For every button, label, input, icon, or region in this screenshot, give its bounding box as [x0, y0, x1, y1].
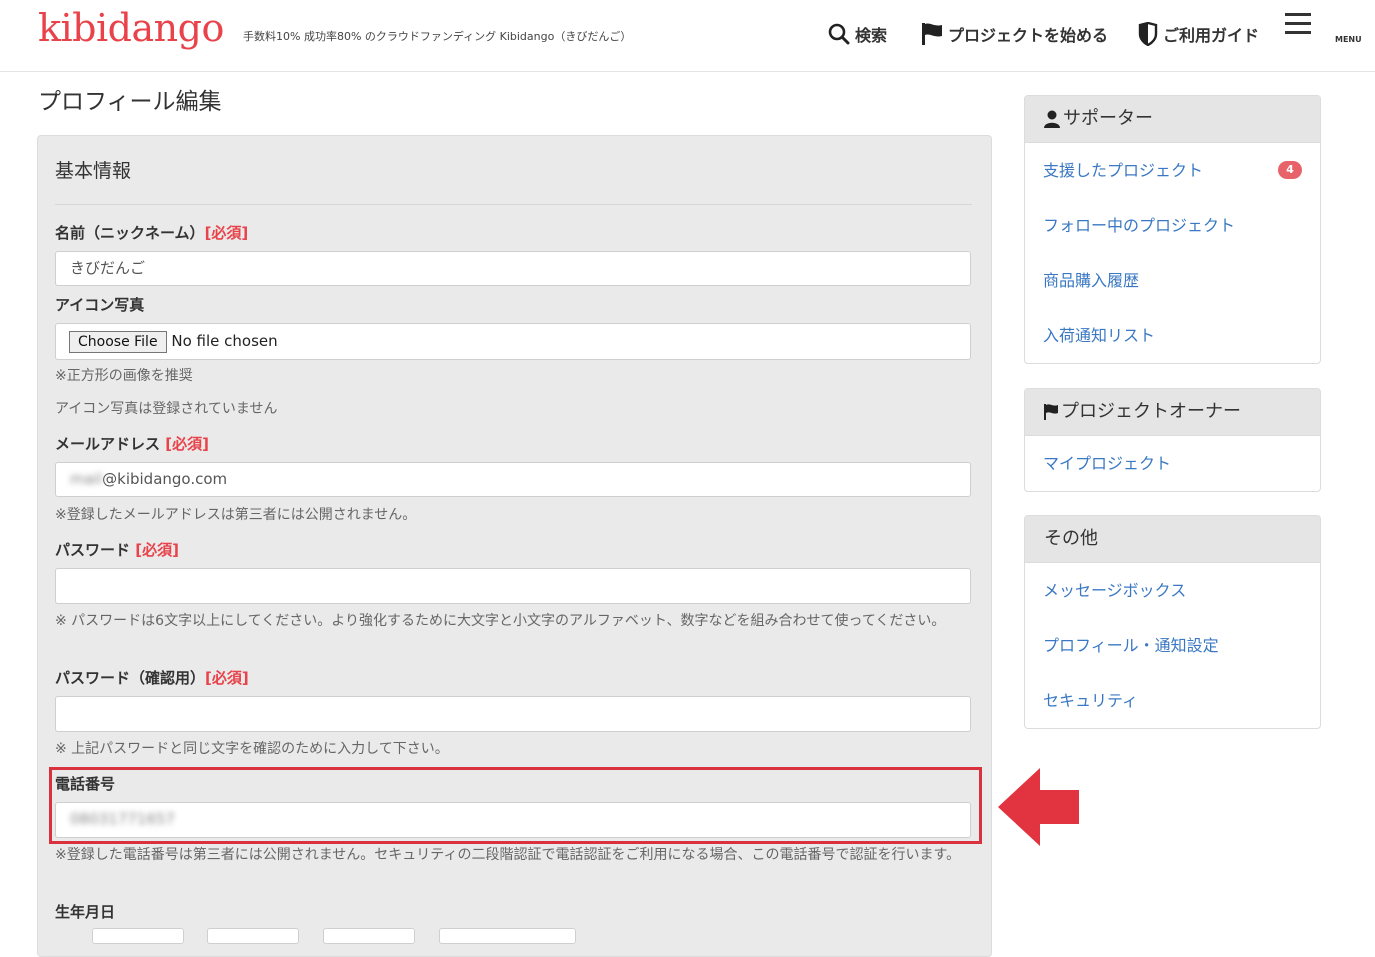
section-divider	[55, 204, 972, 205]
arrow-left-icon	[998, 768, 1079, 846]
password-input[interactable]	[55, 568, 971, 604]
page-title: プロフィール編集	[38, 89, 222, 115]
nav-guide-label: ご利用ガイド	[1163, 26, 1260, 45]
password-label: パスワード [必須]	[55, 541, 179, 559]
sidebar-item-messages[interactable]: メッセージボックス	[1025, 563, 1320, 618]
sidebar-supporter-card: サポーター 支援したプロジェクト 4 フォロー中のプロジェクト 商品購入履歴 入…	[1024, 95, 1321, 364]
password-confirm-label: パスワード（確認用）[必須]	[55, 669, 249, 687]
password-confirm-help-text: ※ 上記パスワードと同じ文字を確認のために入力して下さい。	[55, 741, 449, 757]
birthday-month-select[interactable]	[207, 928, 299, 944]
sidebar-item-purchase-history[interactable]: 商品購入履歴	[1025, 253, 1320, 308]
backed-count-badge: 4	[1278, 161, 1302, 179]
highlight-box	[49, 767, 982, 844]
email-local-part: mail	[70, 470, 103, 488]
icon-file-input[interactable]: Choose File No file chosen	[55, 323, 971, 360]
site-header: kibidango 手数料10% 成功率80% のクラウドファンディング Kib…	[0, 0, 1375, 72]
birthday-label: 生年月日	[55, 903, 116, 921]
name-input[interactable]: きびだんご	[55, 251, 971, 286]
sidebar-item-security[interactable]: セキュリティ	[1025, 673, 1320, 728]
icon-photo-label: アイコン写真	[55, 296, 145, 314]
user-icon	[1044, 110, 1060, 128]
sidebar-owner-card: プロジェクトオーナー マイプロジェクト	[1024, 388, 1321, 492]
icon-status-text: アイコン写真は登録されていません	[55, 401, 278, 417]
password-help-text: ※ パスワードは6文字以上にしてください。より強化するために大文字と小文字のアル…	[55, 613, 946, 629]
phone-help-text: ※登録した電話番号は第三者には公開されません。セキュリティの二段階認証で電話認証…	[55, 847, 961, 863]
section-title-basic-info: 基本情報	[55, 160, 132, 182]
password-confirm-input[interactable]	[55, 696, 971, 732]
sidebar-item-following-projects[interactable]: フォロー中のプロジェクト	[1025, 198, 1320, 253]
required-tag: [必須]	[204, 224, 249, 242]
shield-icon	[1138, 22, 1158, 46]
nav-guide-button[interactable]: ご利用ガイド	[1138, 22, 1259, 46]
name-label: 名前（ニックネーム）[必須]	[55, 224, 249, 242]
sidebar-other-card: その他 メッセージボックス プロフィール・通知設定 セキュリティ	[1024, 515, 1321, 729]
sidebar-item-my-projects[interactable]: マイプロジェクト	[1025, 436, 1320, 491]
search-icon	[828, 23, 850, 45]
sidebar-owner-header: プロジェクトオーナー	[1025, 389, 1320, 436]
birthday-day-select[interactable]	[323, 928, 415, 944]
flag-icon	[922, 23, 942, 45]
email-help-text: ※登録したメールアドレスは第三者には公開されません。	[55, 507, 417, 523]
sidebar-other-header: その他	[1025, 516, 1320, 563]
email-label: メールアドレス [必須]	[55, 435, 209, 453]
site-logo[interactable]: kibidango	[38, 6, 224, 50]
nav-search-button[interactable]: 検索	[828, 22, 887, 46]
birthday-extra-select[interactable]	[439, 928, 576, 944]
file-status: No file chosen	[171, 332, 278, 350]
icon-help-text: ※正方形の画像を推奨	[55, 368, 193, 384]
sidebar-item-restock-list[interactable]: 入荷通知リスト	[1025, 308, 1320, 363]
sidebar-item-backed-projects[interactable]: 支援したプロジェクト 4	[1025, 143, 1320, 198]
email-input[interactable]: mail@kibidango.com	[55, 462, 971, 497]
nav-start-project-button[interactable]: プロジェクトを始める	[921, 22, 1108, 46]
choose-file-button[interactable]: Choose File	[69, 330, 167, 353]
sidebar-item-profile-settings[interactable]: プロフィール・通知設定	[1025, 618, 1320, 673]
sidebar-supporter-header: サポーター	[1025, 96, 1320, 143]
hamburger-icon	[1285, 13, 1311, 16]
site-tagline: 手数料10% 成功率80% のクラウドファンディング Kibidango（きびだ…	[243, 30, 632, 43]
nav-start-project-label: プロジェクトを始める	[948, 26, 1109, 45]
birthday-year-select[interactable]	[92, 928, 184, 944]
nav-search-label: 検索	[855, 26, 888, 45]
flag-icon	[1044, 404, 1058, 420]
menu-button[interactable]: MENU	[1280, 13, 1362, 44]
menu-label: MENU	[1335, 35, 1362, 44]
